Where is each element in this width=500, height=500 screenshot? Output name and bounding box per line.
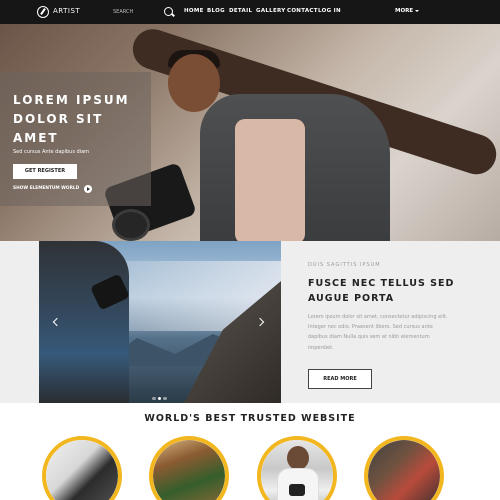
top-nav-bar: ARTIST HOME BLOG DETAIL GALLERY CONTACT …	[0, 0, 500, 24]
green-accent-arc	[424, 450, 440, 500]
more-label: MORE	[395, 8, 414, 14]
green-accent-arc	[102, 450, 118, 500]
feature-body-text: Lorem ipsum dolor sit amet, consectetur …	[308, 314, 448, 351]
trusted-photo-3[interactable]	[257, 436, 337, 500]
carousel-dot[interactable]	[157, 396, 161, 400]
trusted-photo-2[interactable]	[149, 436, 229, 500]
logo-icon[interactable]	[37, 6, 49, 18]
carousel-dot[interactable]	[152, 396, 156, 400]
register-button[interactable]: GET REGISTER	[13, 164, 77, 179]
read-more-button[interactable]: READ MORE	[308, 369, 372, 389]
nav-item-home[interactable]: HOME	[184, 8, 204, 14]
green-accent-arc	[317, 450, 333, 500]
trusted-photo-4[interactable]	[364, 436, 444, 500]
trusted-section-title: WORLD'S BEST TRUSTED WEBSITE	[144, 413, 356, 424]
hero-photo-face	[168, 54, 220, 112]
green-accent-arc	[209, 450, 225, 500]
hero-photo-shirt	[235, 119, 305, 241]
trusted-photo-1[interactable]	[42, 436, 122, 500]
more-menu[interactable]: MORE	[395, 8, 420, 14]
search-input[interactable]	[113, 5, 158, 18]
hero-subtitle: Sed cursus Ante dapibus diam	[13, 149, 90, 155]
hero-banner: LOREM IPSUM DOLOR SIT AMET Sed cursus An…	[0, 24, 500, 241]
hero-photo-lens	[112, 209, 150, 241]
chevron-down-icon	[415, 9, 420, 12]
feature-title: FUSCE NEC TELLUS SED AUGUE PORTA	[308, 278, 455, 304]
play-icon[interactable]	[84, 185, 92, 193]
nav-item-gallery[interactable]: GALLERY	[256, 8, 286, 14]
feature-slider-image	[39, 241, 281, 403]
hero-title: LOREM IPSUM DOLOR SIT AMET	[13, 93, 130, 145]
nav-item-blog[interactable]: BLOG	[207, 8, 225, 14]
carousel-dot[interactable]	[163, 396, 167, 400]
brand-name[interactable]: ARTIST	[53, 7, 80, 15]
feature-kicker: DUIS SAGITTIS IPSUM	[308, 262, 381, 268]
nav-item-login[interactable]: LOG IN	[318, 8, 341, 14]
nav-item-detail[interactable]: DETAIL	[229, 8, 252, 14]
portrait-head	[287, 446, 309, 470]
nav-item-contact[interactable]: CONTACT	[287, 8, 318, 14]
feature-carousel-dots	[152, 385, 169, 403]
search-icon[interactable]	[164, 7, 173, 16]
show-elementum-link[interactable]: SHOW ELEMENTUM WORLD	[13, 186, 79, 191]
portrait-camera	[289, 484, 305, 496]
